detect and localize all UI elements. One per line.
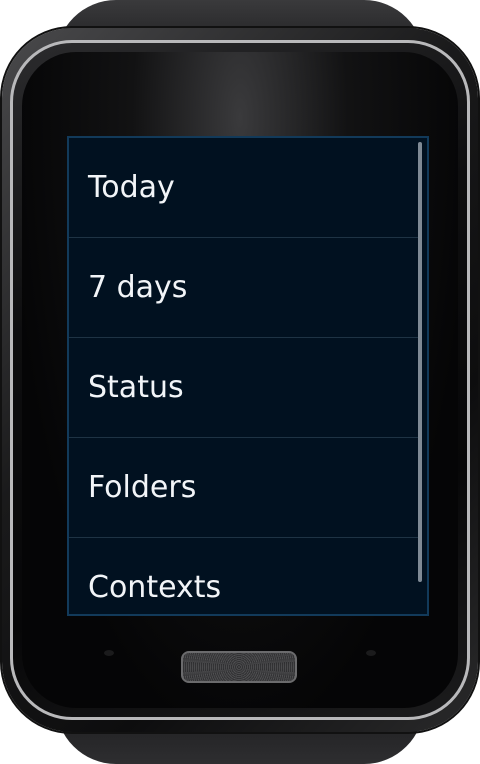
sensor-right bbox=[366, 650, 376, 656]
menu-item-label: Today bbox=[88, 170, 175, 205]
home-button[interactable] bbox=[181, 651, 297, 683]
menu-list: Today 7 days Status Folders Contexts bbox=[69, 138, 419, 614]
menu-item-contexts[interactable]: Contexts bbox=[69, 538, 419, 614]
menu-item-label: 7 days bbox=[88, 270, 188, 305]
smartwatch-device: Today 7 days Status Folders Contexts bbox=[0, 0, 480, 764]
watch-screen: Today 7 days Status Folders Contexts bbox=[67, 136, 429, 616]
menu-item-label: Status bbox=[88, 370, 184, 405]
menu-item-folders[interactable]: Folders bbox=[69, 438, 419, 538]
menu-item-label: Folders bbox=[88, 470, 197, 505]
menu-item-status[interactable]: Status bbox=[69, 338, 419, 438]
menu-item-label: Contexts bbox=[88, 570, 222, 605]
menu-item-7-days[interactable]: 7 days bbox=[69, 238, 419, 338]
menu-item-today[interactable]: Today bbox=[69, 138, 419, 238]
scrollbar[interactable] bbox=[418, 142, 422, 582]
sensor-left bbox=[104, 650, 114, 656]
